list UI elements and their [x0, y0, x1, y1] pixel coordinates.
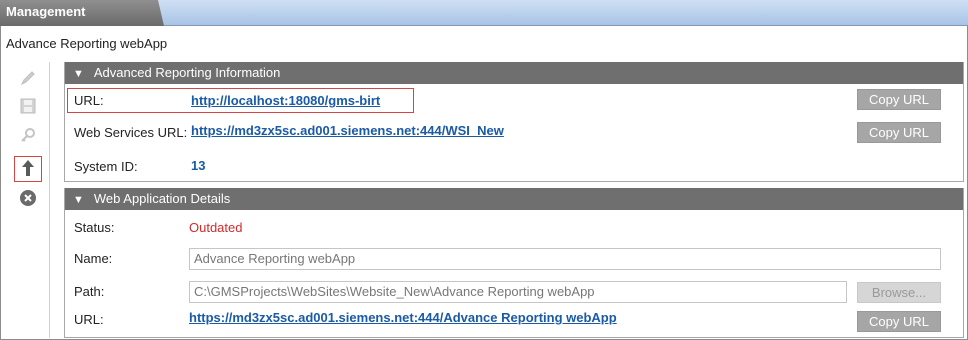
edit-button[interactable] [14, 66, 42, 92]
webapp-url-label: URL: [74, 312, 104, 327]
upload-arrow-icon [20, 159, 36, 180]
page-subtitle: Advance Reporting webApp [6, 36, 168, 51]
tab-bar: Management [0, 0, 968, 26]
reporting-url-link[interactable]: http://localhost:18080/gms-birt [191, 93, 380, 108]
webapp-url-link[interactable]: https://md3zx5sc.ad001.siemens.net:444/A… [189, 310, 617, 325]
side-toolbar [4, 62, 50, 338]
browse-button[interactable]: Browse... [857, 282, 941, 303]
save-button[interactable] [14, 94, 42, 120]
webapp-details-header[interactable]: ▼ Web Application Details [65, 188, 963, 210]
pencil-icon [19, 69, 37, 90]
webapp-details-panel: ▼ Web Application Details Status: Outdate… [64, 188, 964, 338]
close-circle-icon [19, 189, 37, 210]
search-key-icon [19, 127, 37, 148]
copy-ws-url-button[interactable]: Copy URL [857, 122, 941, 143]
copy-webapp-url-button[interactable]: Copy URL [857, 311, 941, 332]
web-services-url-label: Web Services URL: [74, 125, 188, 140]
reporting-url-label: URL: [74, 93, 104, 108]
reporting-info-panel: ▼ Advanced Reporting Information URL: htt… [64, 62, 964, 182]
tab-management[interactable]: Management [0, 0, 164, 26]
system-id-label: System ID: [74, 159, 138, 174]
status-label: Status: [74, 220, 115, 235]
reporting-info-title: Advanced Reporting Information [93, 65, 281, 80]
path-label: Path: [74, 284, 105, 299]
web-services-url-link[interactable]: https://md3zx5sc.ad001.siemens.net:444/W… [191, 123, 504, 138]
name-label: Name: [74, 251, 113, 266]
copy-reporting-url-button[interactable]: Copy URL [857, 89, 941, 110]
save-icon [19, 97, 37, 118]
collapse-triangle-icon: ▼ [73, 194, 84, 206]
cancel-button[interactable] [14, 186, 42, 212]
webapp-details-title: Web Application Details [93, 191, 231, 206]
system-id-value: 13 [191, 158, 206, 173]
reporting-info-header[interactable]: ▼ Advanced Reporting Information [65, 62, 963, 84]
search-key-button[interactable] [14, 124, 42, 150]
name-field[interactable]: Advance Reporting webApp [189, 248, 941, 270]
status-badge: Outdated [189, 220, 243, 235]
path-field[interactable]: C:\GMSProjects\WebSites\Website_New\Adva… [189, 281, 847, 303]
collapse-triangle-icon: ▼ [73, 68, 84, 80]
upload-button[interactable] [14, 156, 42, 182]
